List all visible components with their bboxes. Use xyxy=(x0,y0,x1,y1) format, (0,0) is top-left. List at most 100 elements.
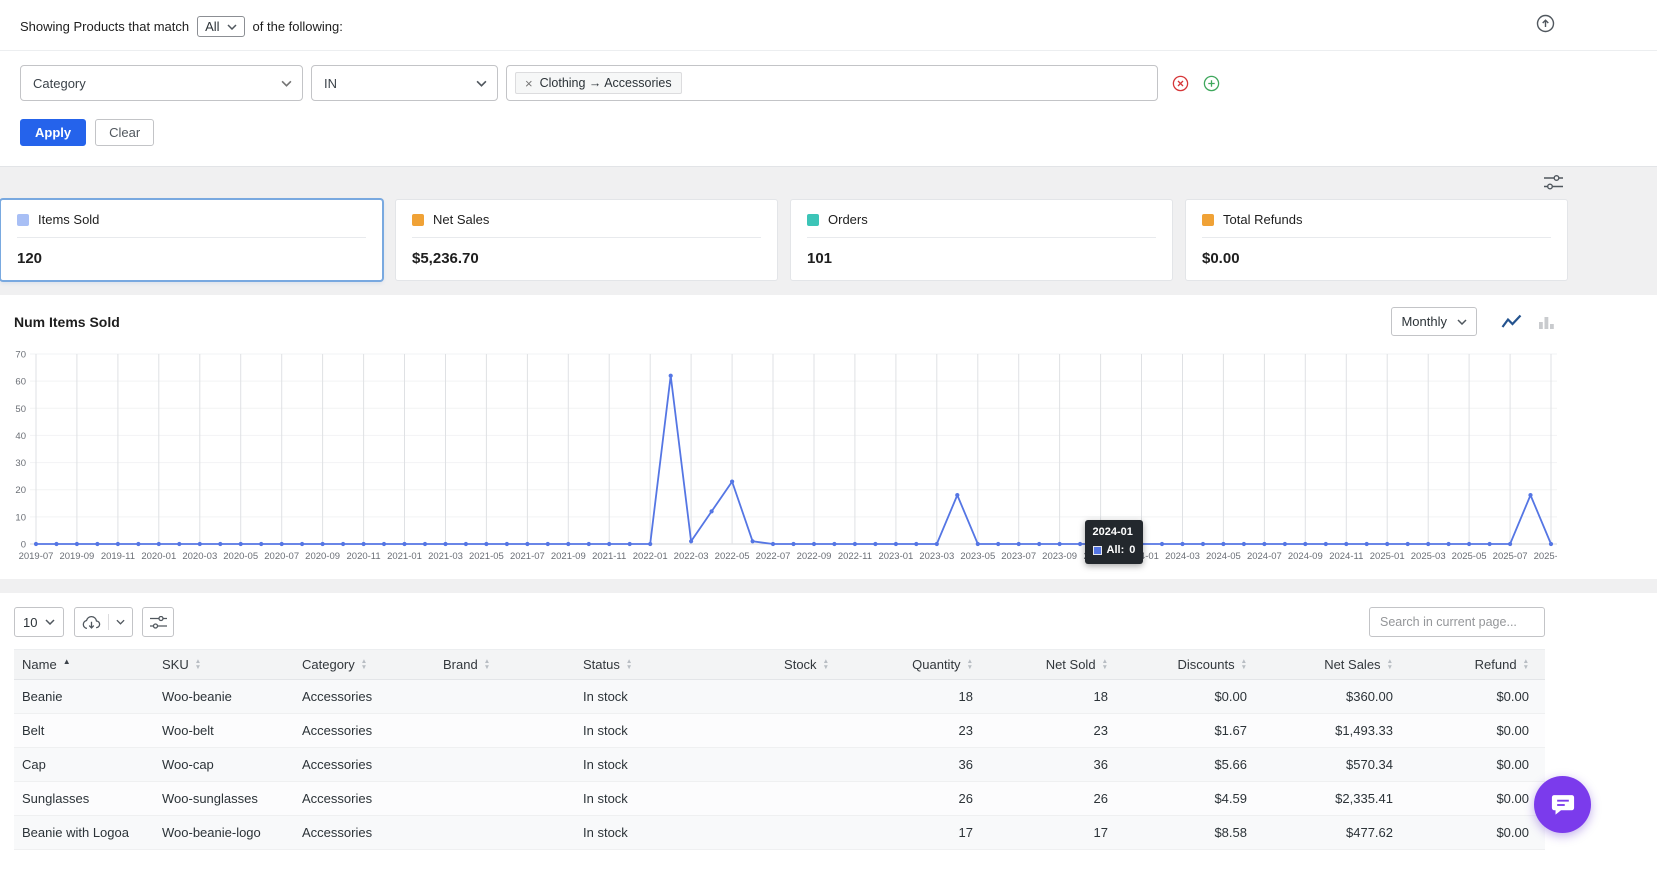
column-header-quantity[interactable]: Quantity ▲ ▼ xyxy=(845,649,989,680)
table-row[interactable]: Sunglasses Woo-sunglasses Accessories In st… xyxy=(14,781,1545,816)
svg-text:2024-07: 2024-07 xyxy=(1247,551,1282,562)
add-filter-button[interactable] xyxy=(1203,75,1220,92)
column-header-net-sales[interactable]: Net Sales ▲ ▼ xyxy=(1263,649,1409,680)
column-header-status[interactable]: Status ▲ ▼ xyxy=(575,649,717,680)
bar-chart-toggle-button[interactable] xyxy=(1536,311,1557,332)
tooltip-date: 2024-01 xyxy=(1092,526,1133,538)
filter-value-tag: × Clothing → Accessories xyxy=(515,72,682,94)
match-suffix-text: of the following: xyxy=(252,19,343,34)
column-settings-button[interactable] xyxy=(142,607,175,637)
svg-text:10: 10 xyxy=(15,512,26,523)
cell-brand xyxy=(435,713,575,748)
export-button[interactable] xyxy=(74,607,134,637)
activity-panel-toggle-button[interactable] xyxy=(1536,14,1555,33)
cell-category: Accessories xyxy=(294,679,435,714)
summary-card-net-sales[interactable]: Net Sales $5,236.70 xyxy=(395,199,778,281)
summary-card-orders[interactable]: Orders 101 xyxy=(790,199,1173,281)
column-header-refund[interactable]: Refund ▲ ▼ xyxy=(1409,649,1545,680)
column-label: Name xyxy=(22,657,57,672)
column-header-brand[interactable]: Brand ▲ ▼ xyxy=(435,649,575,680)
svg-text:2024-05: 2024-05 xyxy=(1206,551,1241,562)
svg-text:2020-05: 2020-05 xyxy=(223,551,258,562)
products-table-panel: 10 Name▲SKU▲▼Category▲▼Brand▲▼Status▲▼St… xyxy=(0,593,1657,876)
dashboard-settings-button[interactable] xyxy=(1544,174,1563,190)
filter-field-select[interactable]: Category xyxy=(20,65,303,101)
column-header-net-sold[interactable]: Net Sold ▲ ▼ xyxy=(989,649,1124,680)
clear-button[interactable]: Clear xyxy=(95,119,155,146)
svg-text:2025-05: 2025-05 xyxy=(1452,551,1487,562)
cell-refund: $0.00 xyxy=(1409,713,1545,748)
cell-discounts: $5.66 xyxy=(1124,747,1263,782)
series-swatch xyxy=(412,213,424,226)
cell-sku: Woo-beanie-logo xyxy=(154,815,294,850)
cell-refund: $0.00 xyxy=(1409,815,1545,850)
chat-fab-button[interactable] xyxy=(1534,776,1591,833)
cell-stock xyxy=(717,679,845,714)
interval-select[interactable]: Monthly xyxy=(1391,307,1477,336)
cell-name: Beanie xyxy=(14,679,154,714)
cell-refund: $0.00 xyxy=(1409,747,1545,782)
column-header-sku[interactable]: SKU ▲ ▼ xyxy=(154,649,294,680)
table-controls: 10 xyxy=(0,607,1657,649)
column-settings-icon xyxy=(149,615,167,629)
remove-filter-button[interactable] xyxy=(1172,75,1189,92)
sort-ascending-icon: ▲ xyxy=(62,657,71,666)
cell-discounts: $0.00 xyxy=(1124,679,1263,714)
svg-text:2023-01: 2023-01 xyxy=(878,551,913,562)
line-chart[interactable]: 0 10 20 30 40 50 60 70 2019-07 2019-09 2019-11 2020… xyxy=(14,344,1657,573)
column-header-category[interactable]: Category ▲ ▼ xyxy=(294,649,435,680)
button-divider xyxy=(108,614,110,630)
interval-select-value: Monthly xyxy=(1401,314,1447,329)
card-header: Total Refunds xyxy=(1202,212,1551,238)
cell-net-sales: $360.00 xyxy=(1263,679,1409,714)
summary-card-items-sold[interactable]: Items Sold 120 xyxy=(0,199,383,281)
cell-net-sales: $2,335.41 xyxy=(1263,781,1409,816)
chart-panel: Num Items Sold Monthly 0 10 20 30 40 50 60 70 20… xyxy=(0,295,1657,579)
match-select-value: All xyxy=(205,19,220,34)
table-header-row: Name ▲ SKU ▲ ▼ Category ▲ ▼ Brand ▲ ▼ Status ▲ ▼ Stock… xyxy=(14,649,1545,680)
table-row[interactable]: Beanie with Logoa Woo-beanie-logo Accessor… xyxy=(14,815,1545,850)
svg-text:2021-11: 2021-11 xyxy=(592,551,626,562)
column-header-name[interactable]: Name ▲ xyxy=(14,649,154,680)
filter-value-input[interactable]: × Clothing → Accessories xyxy=(506,65,1158,101)
line-chart-icon xyxy=(1501,314,1522,328)
chevron-down-icon xyxy=(476,80,487,87)
summary-card-total-refunds[interactable]: Total Refunds $0.00 xyxy=(1185,199,1568,281)
column-header-stock[interactable]: Stock ▲ ▼ xyxy=(717,649,845,680)
cell-brand xyxy=(435,747,575,782)
sort-icon: ▲ ▼ xyxy=(194,658,202,671)
add-filter-icon xyxy=(1203,75,1220,91)
series-swatch xyxy=(17,213,29,226)
svg-text:30: 30 xyxy=(15,458,26,469)
table-row[interactable]: Cap Woo-cap Accessories In stock 36 36 $5.66 $5… xyxy=(14,747,1545,782)
svg-text:2025-01: 2025-01 xyxy=(1370,551,1405,562)
remove-tag-icon[interactable]: × xyxy=(525,77,533,90)
cell-brand xyxy=(435,781,575,816)
card-label: Net Sales xyxy=(433,212,490,227)
column-header-discounts[interactable]: Discounts ▲ ▼ xyxy=(1124,649,1263,680)
svg-text:2021-01: 2021-01 xyxy=(387,551,422,562)
cell-sku: Woo-belt xyxy=(154,713,294,748)
cell-discounts: $1.67 xyxy=(1124,713,1263,748)
apply-button[interactable]: Apply xyxy=(20,119,87,146)
cell-sku: Woo-sunglasses xyxy=(154,781,294,816)
cell-discounts: $8.58 xyxy=(1124,815,1263,850)
sort-icon: ▲ ▼ xyxy=(1386,658,1393,671)
column-label: Brand xyxy=(443,657,478,672)
bar-chart-icon xyxy=(1539,317,1554,329)
filter-operator-select[interactable]: IN xyxy=(311,65,498,101)
svg-text:2024-03: 2024-03 xyxy=(1165,551,1200,562)
rows-per-page-select[interactable]: 10 xyxy=(14,607,65,637)
cell-stock xyxy=(717,815,845,850)
match-prefix-text: Showing Products that match xyxy=(20,19,190,34)
table-row[interactable]: Beanie Woo-beanie Accessories In stock 18 18 $… xyxy=(14,679,1545,714)
line-chart-toggle-button[interactable] xyxy=(1499,311,1524,332)
column-label: Category xyxy=(302,657,355,672)
table-row[interactable]: Belt Woo-belt Accessories In stock 23 23 $1.67… xyxy=(14,713,1545,748)
cell-net-sold: 17 xyxy=(989,815,1124,850)
chat-icon xyxy=(1551,794,1574,815)
chart-title: Num Items Sold xyxy=(14,313,120,330)
cell-category: Accessories xyxy=(294,713,435,748)
match-select[interactable]: All xyxy=(197,16,245,37)
table-search-input[interactable] xyxy=(1369,607,1545,637)
